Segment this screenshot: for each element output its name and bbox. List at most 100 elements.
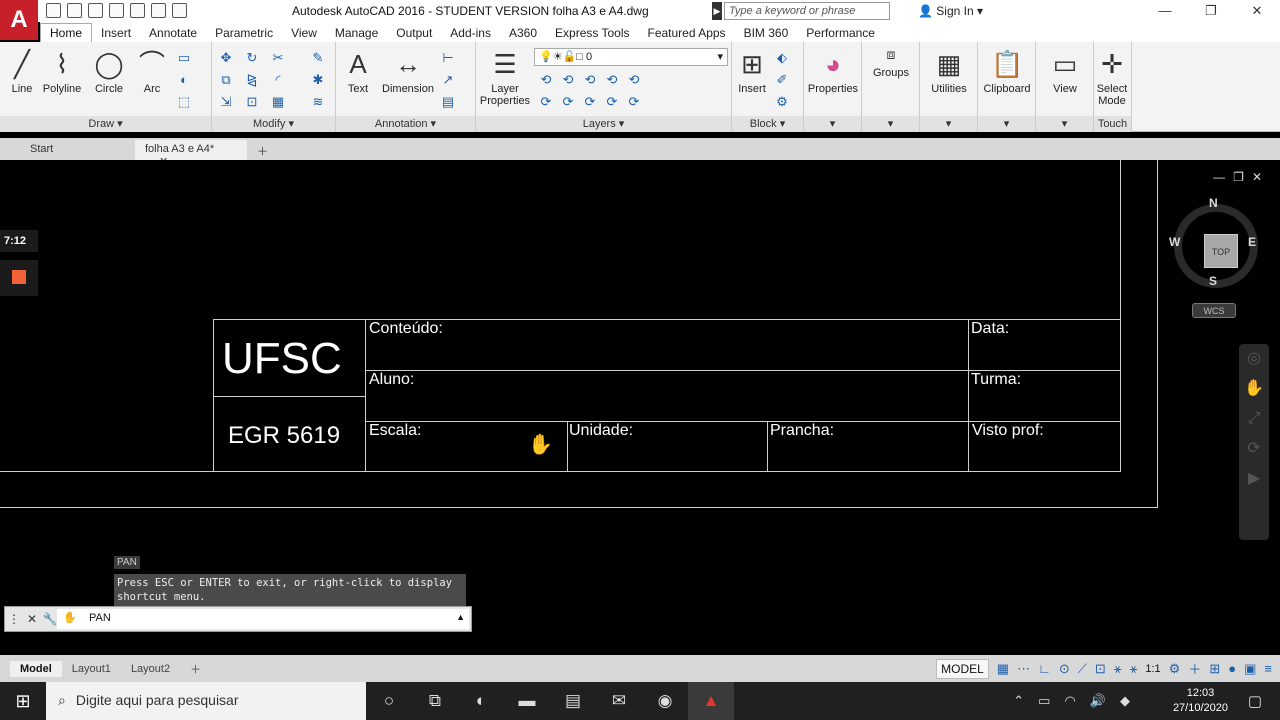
properties-button[interactable]: ◕ Properties (806, 48, 860, 95)
viewport-close-icon[interactable]: ✕ (1252, 170, 1262, 184)
command-grip-icon[interactable]: ⋮ (5, 612, 23, 626)
zoom-extents-icon[interactable]: ⤢ (1239, 404, 1269, 434)
tab-parametric[interactable]: Parametric (206, 24, 282, 42)
tab-insert[interactable]: Insert (92, 24, 140, 42)
showmotion-icon[interactable]: ▶ (1239, 464, 1269, 494)
tab-performance[interactable]: Performance (797, 24, 884, 42)
arc-button[interactable]: ⌒ Arc (134, 48, 170, 95)
layer-tool-5-icon[interactable]: ⟲ (626, 72, 642, 88)
rotate-icon[interactable]: ↻ (244, 50, 260, 66)
add-layout-icon[interactable]: ＋ (180, 659, 211, 679)
new-file-icon[interactable] (46, 3, 61, 18)
tab-drawing[interactable]: folha A3 e A4* ✕ (135, 140, 247, 168)
line-button[interactable]: ╱ Line (6, 48, 38, 95)
tab-home[interactable]: Home (40, 23, 93, 42)
file-explorer-icon[interactable]: ▬ (504, 682, 550, 720)
wcs-menu-button[interactable]: WCS (1192, 303, 1236, 318)
print-icon[interactable] (130, 3, 145, 18)
viewport-minimize-icon[interactable]: — (1213, 170, 1225, 184)
explode-icon[interactable]: ✱ (310, 72, 326, 88)
compass-north[interactable]: N (1209, 196, 1218, 210)
steering-wheel-icon[interactable]: ◎ (1239, 344, 1269, 374)
dimension-button[interactable]: ↔ Dimension (380, 48, 436, 95)
clipboard-button[interactable]: 📋 Clipboard (980, 48, 1034, 95)
leader-icon[interactable]: ↗ (440, 72, 456, 88)
tab-a360[interactable]: A360 (500, 24, 546, 42)
workspace-gear-icon[interactable]: ⚙ (1169, 661, 1181, 677)
fillet-icon[interactable]: ◜ (270, 72, 286, 88)
search-expand-icon[interactable]: ▶ (712, 2, 722, 20)
create-block-icon[interactable]: ⬖ (774, 50, 790, 66)
compass-west[interactable]: W (1169, 235, 1180, 249)
volume-icon[interactable]: 🔊 (1090, 693, 1106, 709)
model-space-button[interactable]: MODEL (936, 658, 989, 679)
modify-panel-label[interactable]: Modify ▾ (212, 116, 335, 132)
tab-manage[interactable]: Manage (326, 24, 387, 42)
copy-icon[interactable]: ⧉ (218, 72, 234, 88)
viewport-restore-icon[interactable]: ❐ (1233, 170, 1244, 184)
pan-tool-icon[interactable]: ✋ (1239, 374, 1269, 404)
grid-icon[interactable]: ▦ (997, 661, 1009, 677)
layers-panel-label[interactable]: Layers ▾ (476, 116, 731, 132)
annotation-panel-label[interactable]: Annotation ▾ (336, 116, 475, 132)
table-icon[interactable]: ▤ (440, 94, 456, 110)
compass-south[interactable]: S (1209, 274, 1217, 288)
add-icon[interactable]: ＋ (1188, 659, 1201, 678)
insert-block-button[interactable]: ⊞ Insert (734, 48, 770, 95)
view-panel-expand[interactable]: ▾ (1036, 116, 1093, 132)
trim-icon[interactable]: ✂ (270, 50, 286, 66)
show-hidden-icons-icon[interactable]: ⌃ (1013, 693, 1024, 709)
offset-icon[interactable]: ≋ (310, 94, 326, 110)
taskbar-clock[interactable]: 12:03 27/10/2020 (1173, 686, 1228, 716)
stretch-icon[interactable]: ⇲ (218, 94, 234, 110)
text-button[interactable]: A Text (340, 48, 376, 95)
recorder-app-icon[interactable]: ◉ (642, 682, 688, 720)
draw-panel-label[interactable]: Draw ▾ (0, 116, 211, 132)
object-snap-icon[interactable]: ⊡ (1095, 661, 1106, 677)
annotation-visibility-icon[interactable]: ⚹ (1114, 661, 1122, 677)
mirror-icon[interactable]: ⧎ (244, 72, 260, 88)
sign-in-button[interactable]: 👤 Sign In ▾ (918, 4, 983, 18)
dropbox-icon[interactable]: ◆ (1120, 693, 1130, 709)
rectangle-icon[interactable]: ▭ (176, 50, 192, 66)
hatch-icon[interactable]: ◐ (176, 72, 192, 88)
region-icon[interactable]: ⬚ (176, 94, 192, 110)
autocad-taskbar-icon[interactable]: ▲ (688, 682, 734, 720)
undo-icon[interactable] (151, 3, 166, 18)
utilities-button[interactable]: ▦ Utilities (922, 48, 976, 95)
layer-tool-9-icon[interactable]: ⟳ (604, 94, 620, 110)
layer-tool-10-icon[interactable]: ⟳ (626, 94, 642, 110)
tab-view[interactable]: View (282, 24, 326, 42)
compass-east[interactable]: E (1248, 235, 1256, 249)
command-close-icon[interactable]: ✕ (23, 612, 41, 626)
layer-properties-button[interactable]: ☰ Layer Properties (478, 48, 532, 107)
maximize-icon[interactable]: ❐ (1188, 0, 1234, 22)
orbit-icon[interactable]: ⟳ (1239, 434, 1269, 464)
annotation-scale-icon[interactable]: ⚹ (1130, 661, 1138, 677)
layer-tool-4-icon[interactable]: ⟲ (604, 72, 620, 88)
select-mode-button[interactable]: ✛ Select Mode (1094, 48, 1130, 107)
view-button[interactable]: ▭ View (1038, 48, 1092, 95)
current-layer-select[interactable]: 💡☀🔓□ 0 ▾ (534, 48, 728, 66)
erase-icon[interactable]: ✎ (310, 50, 326, 66)
tab-model[interactable]: Model (10, 660, 62, 677)
minimize-icon[interactable]: — (1142, 0, 1188, 22)
block-panel-label[interactable]: Block ▾ (732, 116, 803, 132)
stop-recording-button[interactable] (0, 260, 38, 296)
polyline-button[interactable]: ⌇ Polyline (40, 48, 84, 95)
tab-layout1[interactable]: Layout1 (62, 661, 121, 677)
clean-screen-icon[interactable]: ▣ (1244, 661, 1256, 677)
layer-tool-6-icon[interactable]: ⟳ (538, 94, 554, 110)
layer-tool-3-icon[interactable]: ⟲ (582, 72, 598, 88)
tab-express-tools[interactable]: Express Tools (546, 24, 638, 42)
properties-panel-expand[interactable]: ▾ (804, 116, 861, 132)
wifi-icon[interactable]: ◠ (1064, 693, 1075, 709)
clipboard-panel-expand[interactable]: ▾ (978, 116, 1035, 132)
open-file-icon[interactable] (67, 3, 82, 18)
attribute-icon[interactable]: ⚙ (774, 94, 790, 110)
save-as-icon[interactable] (109, 3, 124, 18)
annotation-scale-value[interactable]: 1:1 (1145, 663, 1160, 675)
groups-button[interactable]: ⧈ Groups (864, 44, 918, 79)
save-icon[interactable] (88, 3, 103, 18)
battery-icon[interactable]: ▭ (1038, 693, 1050, 709)
